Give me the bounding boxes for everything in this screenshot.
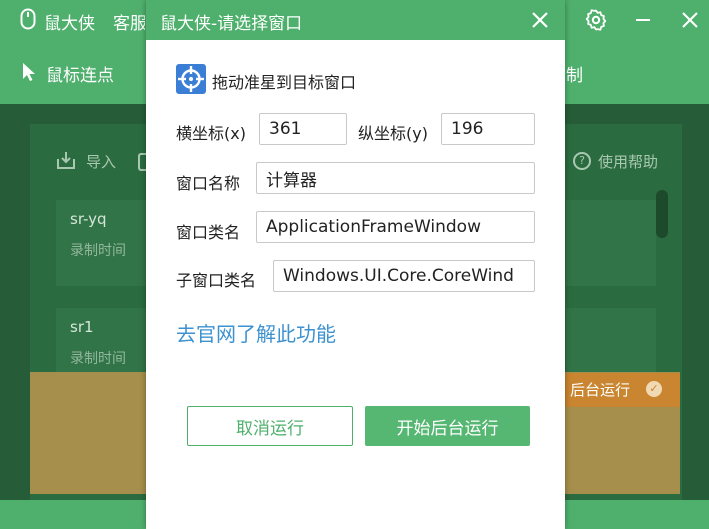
x-coordinate-label: 横坐标(x): [176, 124, 246, 143]
crosshair-icon[interactable]: [176, 64, 206, 94]
customer-service-link[interactable]: 客服: [113, 9, 145, 34]
record-item-right[interactable]: [566, 200, 656, 286]
y-coordinate-field[interactable]: [441, 113, 535, 145]
close-icon[interactable]: [678, 8, 702, 32]
child-window-class-field[interactable]: [273, 260, 535, 292]
dialog-titlebar[interactable]: 鼠大侠-请选择窗口: [146, 0, 565, 40]
select-window-dialog: 鼠大侠-请选择窗口 拖动准星到目标窗口 横坐标(x) 纵坐标(y) 窗口名称 窗…: [146, 0, 565, 529]
drag-crosshair-hint: 拖动准星到目标窗口: [212, 73, 357, 92]
scrollbar-thumb[interactable]: [656, 190, 668, 238]
cursor-arrow-icon: [23, 63, 35, 81]
record-name: sr-yq: [70, 210, 107, 228]
window-name-field[interactable]: [256, 162, 535, 194]
minimize-icon[interactable]: [631, 8, 655, 32]
record-name: sr1: [70, 318, 94, 336]
y-coordinate-label: 纵坐标(y): [358, 124, 428, 143]
dialog-title: 鼠大侠-请选择窗口: [160, 14, 303, 34]
child-window-class-label: 子窗口类名: [176, 271, 257, 290]
import-button[interactable]: 导入: [86, 151, 116, 172]
window-class-field[interactable]: [256, 211, 535, 243]
gear-icon[interactable]: [584, 8, 608, 32]
mouse-click-tab[interactable]: 鼠标连点: [46, 61, 114, 86]
cancel-run-button[interactable]: 取消运行: [187, 406, 353, 446]
background-run-label: 后台运行: [570, 381, 631, 399]
window-class-label: 窗口类名: [176, 223, 241, 242]
record-item-right[interactable]: [566, 308, 656, 372]
help-button[interactable]: 使用帮助: [598, 151, 658, 172]
window-name-label: 窗口名称: [176, 174, 241, 193]
start-background-run-button[interactable]: 开始后台运行: [365, 406, 530, 446]
app-title: 鼠大侠: [44, 14, 95, 34]
record-time: 录制时间: [70, 351, 126, 367]
learn-more-link[interactable]: 去官网了解此功能: [176, 318, 336, 347]
mouse-logo-icon: [20, 8, 36, 30]
record-tab[interactable]: 制: [566, 61, 583, 86]
record-item[interactable]: sr-yq 录制时间: [56, 200, 148, 286]
record-time: 录制时间: [70, 243, 126, 259]
check-icon: ✓: [646, 381, 662, 397]
x-coordinate-field[interactable]: [259, 113, 347, 145]
close-icon[interactable]: [528, 8, 552, 32]
help-circle-icon[interactable]: ?: [573, 152, 591, 170]
record-item[interactable]: sr1 录制时间: [56, 308, 148, 372]
import-icon[interactable]: [56, 150, 76, 170]
